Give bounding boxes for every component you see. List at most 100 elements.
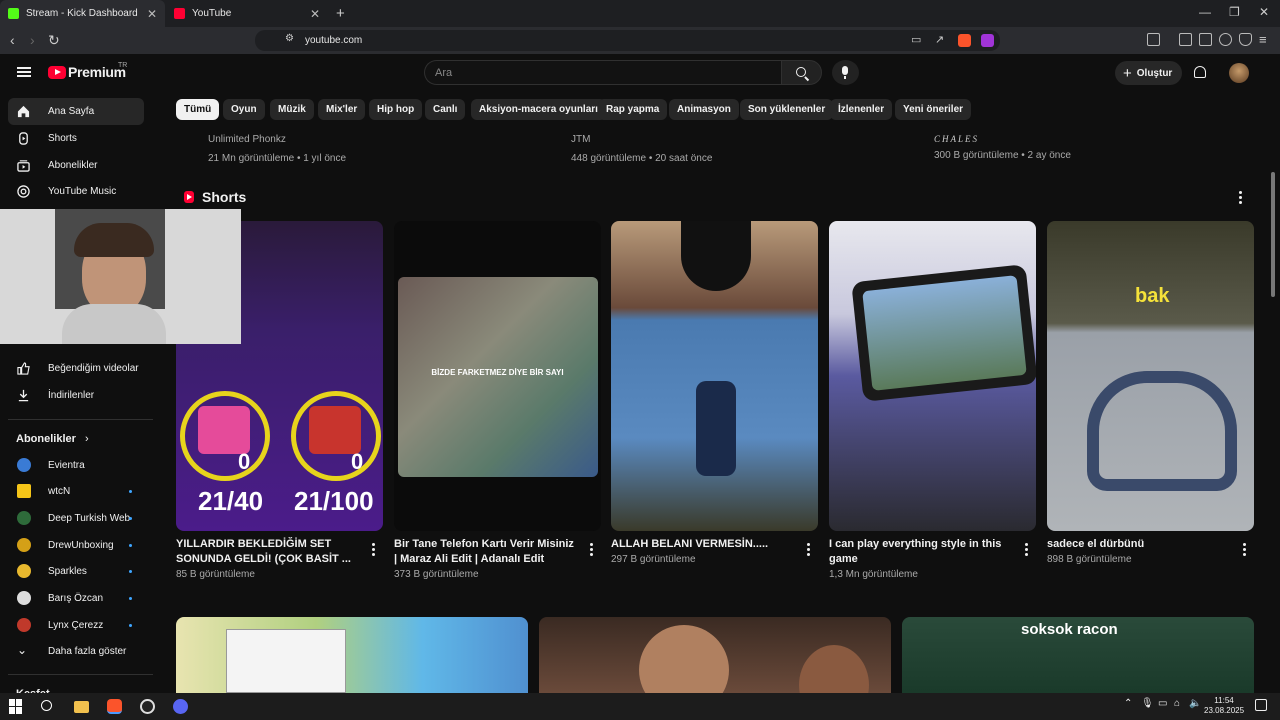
short-card[interactable]: ALLAH BELANI VERMESİN..... 297 B görüntü… — [611, 221, 818, 565]
tray-battery-icon[interactable]: ▭ — [1158, 698, 1173, 713]
subscription-item[interactable]: Sparkles — [8, 558, 144, 585]
restore-icon[interactable]: ❐ — [1229, 5, 1240, 19]
youtube-logo-icon[interactable] — [48, 66, 66, 79]
short-thumbnail[interactable] — [829, 221, 1036, 531]
chip-action-adventure[interactable]: Aksiyon-macera oyunları — [471, 99, 606, 120]
chip-gaming[interactable]: Oyun — [223, 99, 265, 120]
show-more-button[interactable]: ⌄ Daha fazla göster — [8, 638, 144, 665]
short-title[interactable]: I can play everything style in this game — [829, 537, 1009, 567]
taskbar-clock[interactable]: 11:54 23.08.2025 — [1204, 696, 1244, 716]
short-thumbnail[interactable]: BİZDE FARKETMEZ DİYE BİR SAYI — [394, 221, 601, 531]
brave-rewards-icon[interactable] — [981, 34, 994, 47]
subscription-item[interactable]: DrewUnboxing — [8, 532, 144, 559]
file-explorer-icon[interactable] — [74, 701, 89, 713]
short-more-icon[interactable] — [807, 543, 810, 556]
channel-name[interactable]: CHALES — [934, 134, 1071, 144]
video-thumbnail[interactable]: soksok racon — [902, 617, 1254, 693]
sidebar-item-subscriptions[interactable]: Abonelikler — [8, 152, 144, 179]
chip-watched[interactable]: İzlenenler — [830, 99, 893, 120]
tray-mic-icon[interactable]: 🎙 — [1141, 698, 1156, 713]
tray-network-icon[interactable]: ⌂ — [1174, 698, 1189, 713]
chip-live[interactable]: Canlı — [425, 99, 466, 120]
chip-all[interactable]: Tümü — [176, 99, 220, 120]
chip-recently-uploaded[interactable]: Son yüklenenler — [740, 99, 834, 120]
subscriptions-title: Abonelikler — [16, 433, 76, 445]
short-thumbnail[interactable] — [611, 221, 818, 531]
chip-rap[interactable]: Rap yapma — [598, 99, 668, 120]
subscription-item[interactable]: Evientra — [8, 452, 144, 479]
media-icon[interactable] — [1147, 33, 1160, 46]
sidebar-item-home[interactable]: Ana Sayfa — [8, 98, 144, 125]
create-button[interactable]: + Oluştur — [1115, 61, 1182, 85]
search-button[interactable] — [781, 60, 822, 85]
sidebar-toggle-icon[interactable] — [1179, 33, 1192, 46]
cast-icon[interactable]: ▭ — [911, 33, 921, 46]
short-card[interactable]: bak sadece el dürbünü 898 B görüntüleme — [1047, 221, 1254, 565]
windows-start-icon[interactable] — [9, 699, 24, 714]
hamburger-menu-icon[interactable] — [17, 67, 31, 77]
new-tab-button[interactable]: + — [336, 5, 345, 22]
share-icon[interactable]: ↗ — [935, 33, 944, 46]
url-field[interactable]: ⚙ youtube.com ▭ ↗ — [255, 30, 1000, 51]
short-title[interactable]: YILLARDIR BEKLEDİĞİM SET SONUNDA GELDİ! … — [176, 537, 356, 567]
short-more-icon[interactable] — [372, 543, 375, 556]
chip-mixes[interactable]: Mix'ler — [318, 99, 366, 120]
short-more-icon[interactable] — [1025, 543, 1028, 556]
search-input[interactable] — [435, 67, 765, 79]
tab-youtube[interactable]: YouTube ✕ — [166, 0, 328, 27]
short-thumbnail[interactable]: bak — [1047, 221, 1254, 531]
channel-name[interactable]: JTM — [571, 134, 712, 145]
obs-icon[interactable] — [140, 699, 155, 714]
sidebar-item-shorts[interactable]: Shorts — [8, 125, 144, 152]
short-title[interactable]: sadece el dürbünü — [1047, 537, 1227, 552]
tray-volume-icon[interactable]: 🔈 — [1189, 698, 1204, 713]
short-card[interactable]: I can play everything style in this game… — [829, 221, 1036, 580]
page-scrollbar[interactable] — [1271, 172, 1275, 297]
chip-music[interactable]: Müzik — [270, 99, 314, 120]
subscription-item[interactable]: wtcN — [8, 478, 144, 505]
wallet-icon[interactable] — [1199, 33, 1212, 46]
close-tab-icon[interactable]: ✕ — [310, 7, 320, 21]
shorts-section-more-icon[interactable] — [1239, 191, 1242, 204]
subscription-item[interactable]: Lynx Çerezz — [8, 612, 144, 639]
sidebar-item-liked-videos[interactable]: Beğendiğim videolar — [8, 355, 144, 382]
avatar[interactable] — [1229, 63, 1249, 83]
menu-icon[interactable]: ≡ — [1259, 32, 1267, 47]
subscription-item[interactable]: Deep Turkish Web — [8, 505, 144, 532]
vpn-icon[interactable] — [1239, 33, 1252, 46]
notifications-icon[interactable] — [1255, 699, 1267, 711]
voice-search-button[interactable] — [832, 60, 859, 85]
brave-shields-icon[interactable] — [958, 34, 971, 47]
short-more-icon[interactable] — [590, 543, 593, 556]
channel-name[interactable]: Unlimited Phonkz — [208, 134, 346, 145]
subscription-item[interactable]: Barış Özcan — [8, 585, 144, 612]
sidebar-item-downloads[interactable]: İndirilenler — [8, 382, 144, 409]
short-more-icon[interactable] — [1243, 543, 1246, 556]
reload-icon[interactable]: ↻ — [48, 32, 60, 49]
search-icon[interactable] — [41, 700, 52, 711]
close-window-icon[interactable]: ✕ — [1259, 5, 1269, 19]
back-icon[interactable]: ‹ — [10, 32, 15, 48]
close-tab-icon[interactable]: ✕ — [147, 7, 157, 21]
chip-animation[interactable]: Animasyon — [669, 99, 739, 120]
channel-name: wtcN — [48, 486, 71, 497]
discord-icon[interactable] — [173, 699, 188, 714]
forward-icon[interactable]: › — [30, 32, 35, 48]
short-card[interactable]: BİZDE FARKETMEZ DİYE BİR SAYI Bir Tane T… — [394, 221, 601, 580]
chip-new-to-you[interactable]: Yeni öneriler — [895, 99, 972, 120]
chip-hip-hop[interactable]: Hip hop — [369, 99, 423, 120]
brave-browser-icon[interactable] — [107, 699, 122, 714]
site-info-icon[interactable]: ⚙ — [285, 33, 294, 44]
short-title[interactable]: ALLAH BELANI VERMESİN..... — [611, 537, 791, 552]
sidebar-item-youtube-music[interactable]: YouTube Music — [8, 178, 144, 205]
video-thumbnail[interactable] — [176, 617, 528, 693]
tray-chevron-icon[interactable]: ⌃ — [1124, 698, 1139, 713]
minimize-icon[interactable]: — — [1199, 5, 1211, 19]
thumbnail-graphic — [681, 221, 751, 291]
leo-ai-icon[interactable] — [1219, 33, 1232, 46]
subscriptions-header[interactable]: Abonelikler › — [16, 433, 89, 445]
video-thumbnail[interactable] — [539, 617, 891, 693]
tab-kick-dashboard[interactable]: Stream - Kick Dashboard ✕ — [0, 0, 165, 27]
short-title[interactable]: Bir Tane Telefon Kartı Verir Misiniz | M… — [394, 537, 574, 567]
notifications-bell-icon[interactable] — [1194, 66, 1206, 78]
